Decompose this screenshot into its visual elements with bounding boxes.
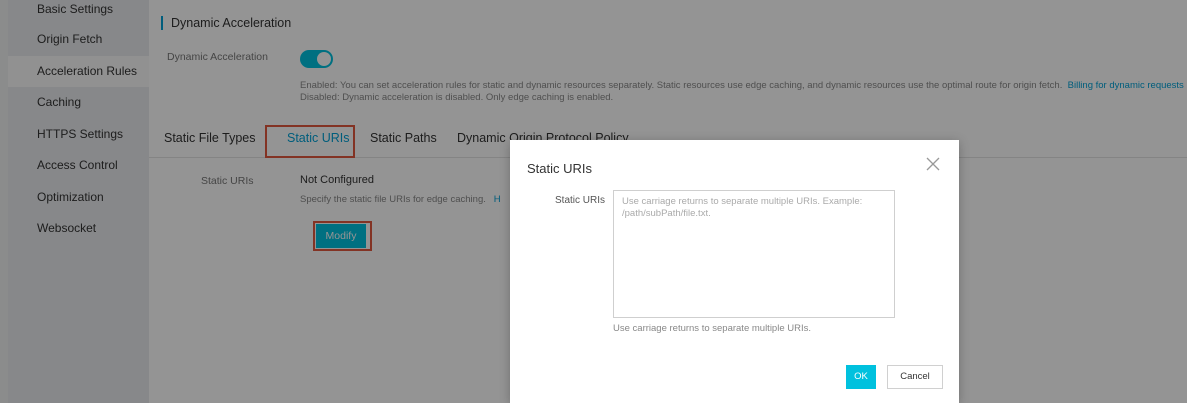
static-uris-dialog: Static URIs Static URIs Use carriage ret… [510,140,959,403]
close-icon[interactable] [924,155,942,173]
static-uris-textarea[interactable] [613,190,895,318]
dialog-field-label: Static URIs [555,195,606,206]
ok-button[interactable]: OK [846,365,876,389]
dialog-help-text: Use carriage returns to separate multipl… [613,323,811,334]
cancel-button[interactable]: Cancel [887,365,943,389]
dialog-title: Static URIs [527,161,593,176]
